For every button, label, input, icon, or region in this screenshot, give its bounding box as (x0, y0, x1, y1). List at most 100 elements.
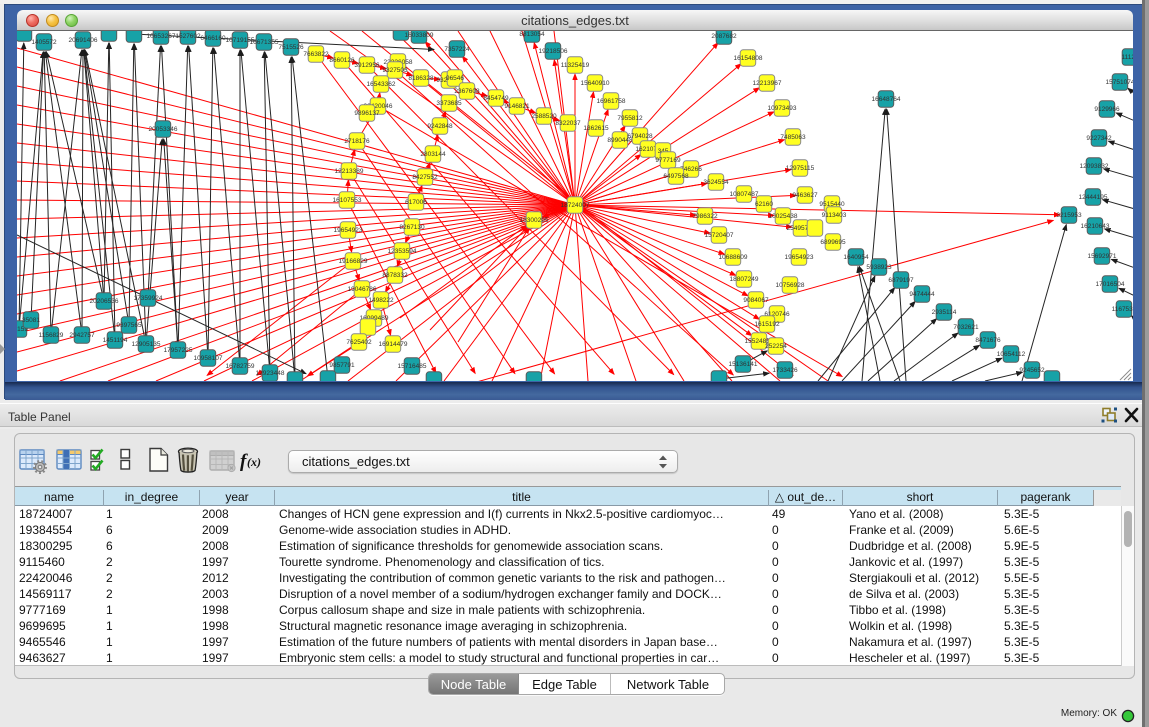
svg-text:7986322: 7986322 (692, 213, 718, 220)
svg-text:1615192: 1615192 (754, 321, 780, 328)
svg-text:252254: 252254 (765, 343, 787, 350)
svg-text:617006: 617006 (405, 199, 427, 206)
svg-text:2942757: 2942757 (69, 332, 95, 339)
svg-text:12975115: 12975115 (786, 165, 815, 172)
svg-text:12213389: 12213389 (335, 168, 364, 175)
svg-text:17016504: 17016504 (1096, 281, 1125, 288)
svg-text:12213967: 12213967 (753, 80, 782, 87)
svg-text:9113403: 9113403 (822, 212, 847, 219)
svg-text:18724007: 18724007 (561, 202, 590, 209)
svg-text:16210643: 16210643 (1081, 223, 1110, 230)
svg-text:10756928: 10756928 (776, 282, 805, 289)
svg-text:12923448: 12923448 (256, 370, 285, 377)
svg-text:16543362: 16543362 (367, 81, 396, 88)
svg-text:8471676: 8471676 (975, 337, 1001, 344)
svg-text:17359924: 17359924 (134, 295, 163, 302)
svg-text:6497568: 6497568 (663, 173, 689, 180)
svg-text:12905135: 12905135 (132, 341, 161, 348)
svg-text:10807487: 10807487 (730, 191, 759, 198)
svg-text:1527602: 1527602 (175, 33, 201, 40)
svg-text:2935114: 2935114 (932, 309, 957, 316)
svg-text:20206536: 20206536 (90, 298, 119, 305)
svg-text:3215953: 3215953 (1056, 212, 1082, 219)
svg-text:9129966: 9129966 (1094, 106, 1120, 113)
svg-text:35081: 35081 (22, 317, 40, 324)
svg-text:9474444: 9474444 (909, 291, 935, 298)
svg-text:8186328: 8186328 (408, 75, 434, 82)
svg-text:2718176: 2718176 (344, 138, 370, 145)
svg-text:1167533: 1167533 (1112, 306, 1133, 313)
svg-text:2803144: 2803144 (420, 151, 446, 158)
svg-text:7663822: 7663822 (303, 51, 329, 58)
svg-text:6466160: 6466160 (200, 35, 226, 42)
svg-text:6879197: 6879197 (888, 277, 914, 284)
svg-text:8427552: 8427552 (412, 174, 438, 181)
svg-text:9084067: 9084067 (743, 297, 769, 304)
svg-text:1733426: 1733426 (772, 367, 798, 374)
svg-text:20053346: 20053346 (149, 126, 178, 133)
svg-text:1640954: 1640954 (843, 254, 869, 261)
svg-text:8454749: 8454749 (483, 95, 509, 102)
svg-text:15716485: 15716485 (398, 363, 427, 370)
svg-text:7515526: 7515526 (278, 44, 304, 51)
svg-text:9242848: 9242848 (427, 123, 453, 130)
svg-text:16033809: 16033809 (405, 32, 434, 39)
svg-text:15692971: 15692971 (1088, 253, 1117, 260)
svg-text:11325419: 11325419 (561, 62, 590, 69)
svg-text:11123: 11123 (1121, 54, 1133, 61)
svg-text:8322037: 8322037 (555, 120, 581, 127)
svg-text:2367608: 2367608 (454, 88, 480, 95)
svg-text:1498222: 1498222 (368, 297, 394, 304)
svg-text:1156829: 1156829 (39, 332, 64, 339)
svg-text:15136141: 15136141 (729, 361, 758, 368)
svg-text:10653267: 10653267 (147, 33, 176, 40)
svg-text:8267130: 8267130 (399, 224, 425, 231)
svg-text:9777169: 9777169 (655, 157, 681, 164)
svg-text:16107553: 16107553 (333, 197, 362, 204)
svg-text:7485063: 7485063 (780, 134, 806, 141)
svg-text:12093832: 12093832 (1080, 163, 1109, 170)
svg-text:2087682: 2087682 (711, 33, 737, 40)
svg-text:9463627: 9463627 (792, 192, 818, 199)
svg-text:1451194: 1451194 (103, 337, 128, 344)
svg-text:7955812: 7955812 (617, 115, 643, 122)
svg-text:19218506: 19218506 (539, 48, 568, 55)
svg-text:96546: 96546 (446, 75, 464, 82)
svg-text:18807249: 18807249 (730, 276, 759, 283)
svg-text:62160: 62160 (755, 201, 773, 208)
svg-text:9327503: 9327503 (382, 67, 408, 74)
svg-text:8813054: 8813054 (519, 31, 545, 38)
svg-text:10688609: 10688609 (719, 254, 748, 261)
svg-text:1362615: 1362615 (583, 125, 609, 132)
svg-text:3624554: 3624554 (703, 179, 729, 186)
svg-text:9857791: 9857791 (329, 362, 355, 369)
svg-text:9896137: 9896137 (354, 110, 380, 117)
svg-text:18300295: 18300295 (520, 217, 549, 224)
svg-text:9397565: 9397565 (116, 322, 142, 329)
svg-text:16648764: 16648764 (872, 96, 901, 103)
svg-text:10973493: 10973493 (768, 105, 797, 112)
svg-text:15640910: 15640910 (581, 80, 610, 87)
svg-text:17957225: 17957225 (164, 347, 193, 354)
svg-text:7625402: 7625402 (346, 339, 372, 346)
svg-text:6794028: 6794028 (627, 133, 653, 140)
svg-text:19166829: 19166829 (339, 258, 368, 265)
svg-text:20691406: 20691406 (69, 37, 98, 44)
svg-text:16914479: 16914479 (379, 341, 408, 348)
svg-text:12353594: 12353594 (388, 248, 417, 255)
svg-text:6899695: 6899695 (820, 239, 846, 246)
svg-text:3373685: 3373685 (436, 100, 462, 107)
svg-text:9146821: 9146821 (504, 103, 530, 110)
svg-text:8660126: 8660126 (329, 57, 355, 64)
svg-text:12444195: 12444195 (1079, 194, 1108, 201)
svg-text:15751074: 15751074 (1106, 79, 1133, 86)
svg-text:9245652: 9245652 (1019, 367, 1045, 374)
svg-text:9227342: 9227342 (1086, 135, 1112, 142)
svg-text:10025438: 10025438 (769, 213, 798, 220)
svg-text:10654112: 10654112 (997, 351, 1026, 358)
svg-text:19654923: 19654923 (334, 227, 363, 234)
svg-text:19046786: 19046786 (348, 286, 377, 293)
svg-text:15720407: 15720407 (705, 232, 734, 239)
svg-text:7357224: 7357224 (444, 46, 470, 53)
svg-text:16671355: 16671355 (250, 39, 279, 46)
